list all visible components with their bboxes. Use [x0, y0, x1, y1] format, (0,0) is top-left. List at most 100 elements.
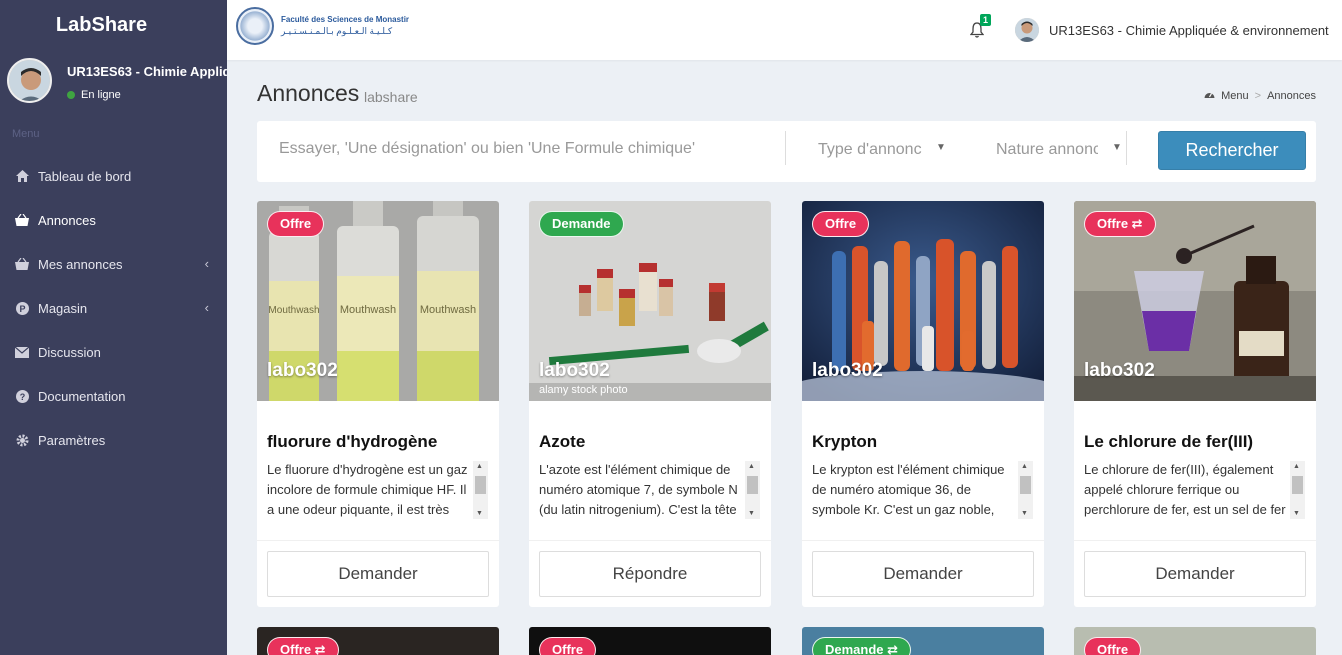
- basket-icon: [15, 214, 29, 226]
- svg-text:Mouthwash: Mouthwash: [340, 304, 396, 316]
- sidebar-item-parametres[interactable]: Paramètres: [0, 418, 227, 462]
- gear-icon: [15, 434, 29, 447]
- caret-down-icon: ▼: [936, 142, 946, 153]
- sidebar: LabShare UR13ES63 - Chimie Appliquée & e…: [0, 0, 227, 655]
- owner-label: labo302: [1084, 360, 1155, 381]
- sidebar-user-name: UR13ES63 - Chimie Appliquée & environnem…: [67, 64, 227, 79]
- card-title: Le chlorure de fer(III): [1084, 432, 1254, 451]
- status-badge: Offre ⇄: [1084, 211, 1156, 237]
- type-select[interactable]: Type d'annonce: [818, 141, 922, 159]
- svg-text:?: ?: [19, 392, 25, 402]
- p-circle-icon: P: [15, 301, 29, 315]
- demander-button[interactable]: Demander: [267, 551, 489, 597]
- sidebar-item-tableau-de-bord[interactable]: Tableau de bord: [0, 154, 227, 198]
- status-badge: Demande: [539, 211, 624, 237]
- card-title: Azote: [539, 432, 586, 451]
- faculty-name-ar: كـلـيـة الـعـلـوم بـالـمـنـسـتـيـر: [281, 26, 393, 36]
- status-badge: Offre: [539, 637, 597, 655]
- sidebar-item-magasin[interactable]: P Magasin ‹: [0, 286, 227, 330]
- sidebar-item-mes-annonces[interactable]: Mes annonces ‹: [0, 242, 227, 286]
- search-input[interactable]: Essayer, 'Une désignation' ou bien 'Une …: [279, 140, 695, 158]
- question-circle-icon: ?: [15, 389, 29, 403]
- description-scrollbar[interactable]: ▲ ▼: [1290, 461, 1305, 519]
- avatar[interactable]: [1015, 18, 1039, 42]
- owner-label: labo302: [267, 360, 338, 381]
- sidebar-item-annonces[interactable]: Annonces: [0, 198, 227, 242]
- divider: [1074, 540, 1316, 541]
- search-panel: Essayer, 'Une désignation' ou bien 'Une …: [257, 121, 1316, 182]
- sidebar-item-label: Magasin: [38, 300, 88, 316]
- faculty-seal-icon: [236, 7, 274, 45]
- announcement-card[interactable]: Offre ⇄: [257, 627, 499, 655]
- user-panel: UR13ES63 - Chimie Appliquée & environnem…: [0, 50, 227, 116]
- divider: [802, 540, 1044, 541]
- description-scrollbar[interactable]: ▲ ▼: [745, 461, 760, 519]
- card-description: Le krypton est l'élément chimique de num…: [812, 462, 1005, 517]
- divider: [785, 131, 786, 165]
- sidebar-item-label: Paramètres: [38, 432, 106, 448]
- sidebar-item-label: Discussion: [38, 344, 101, 360]
- divider: [1126, 131, 1127, 165]
- sidebar-item-label: Annonces: [38, 212, 96, 228]
- svg-text:Mouthwash: Mouthwash: [420, 304, 476, 316]
- owner-label: labo302: [812, 360, 883, 381]
- description-scrollbar[interactable]: ▲ ▼: [1018, 461, 1033, 519]
- card-description: L'azote est l'élément chimique de numéro…: [539, 462, 738, 517]
- announcement-card[interactable]: Mouthwash Mouthwash Mouthwash Offre labo…: [257, 201, 499, 607]
- card-description: Le chlorure de fer(III), également appel…: [1084, 462, 1286, 517]
- breadcrumb-home[interactable]: Menu: [1221, 90, 1249, 102]
- notification-badge: 1: [980, 14, 992, 26]
- status-badge: Offre: [1084, 637, 1142, 655]
- divider: [257, 540, 499, 541]
- chevron-left-icon: ‹: [204, 300, 209, 315]
- faculty-name-fr: Faculté des Sciences de Monastir: [281, 15, 410, 24]
- status-badge: Demande ⇄: [812, 637, 912, 655]
- divider: [529, 540, 771, 541]
- svg-text:P: P: [19, 304, 25, 314]
- topbar-user-name[interactable]: UR13ES63 - Chimie Appliquée & environnem…: [1049, 23, 1329, 38]
- chevron-left-icon: ‹: [204, 256, 209, 271]
- svg-text:Mouthwash: Mouthwash: [268, 305, 319, 316]
- breadcrumb: Menu > Annonces: [1204, 89, 1316, 102]
- announcement-card[interactable]: Demande ⇄: [802, 627, 1044, 655]
- nature-select[interactable]: Nature annonce: [996, 141, 1098, 159]
- announcement-card[interactable]: Offre labo302 Krypton Le krypton est l'é…: [802, 201, 1044, 607]
- repondre-button[interactable]: Répondre: [539, 551, 761, 597]
- sidebar-item-documentation[interactable]: ? Documentation: [0, 374, 227, 418]
- online-dot-icon: [67, 91, 75, 99]
- status-badge: Offre: [812, 211, 870, 237]
- basket-icon: [15, 258, 29, 270]
- home-icon: [15, 170, 29, 182]
- status-text: En ligne: [81, 89, 121, 101]
- faculty-logo[interactable]: Faculté des Sciences de Monastir كـلـيـة…: [236, 7, 409, 45]
- description-scrollbar[interactable]: ▲ ▼: [473, 461, 488, 519]
- brand-logo[interactable]: LabShare: [0, 0, 227, 50]
- demander-button[interactable]: Demander: [1084, 551, 1306, 597]
- page-title: Annonces: [257, 80, 360, 106]
- card-title: fluorure d'hydrogène: [267, 432, 438, 451]
- sidebar-item-label: Mes annonces: [38, 256, 123, 272]
- status-badge: Offre: [267, 211, 325, 237]
- menu-header: Menu: [12, 128, 40, 140]
- owner-label: labo302: [539, 360, 610, 381]
- announcement-card[interactable]: Offre ⇄ labo302 Le chlorure de fer(III) …: [1074, 201, 1316, 607]
- sidebar-item-label: Tableau de bord: [38, 168, 132, 184]
- sidebar-item-discussion[interactable]: Discussion: [0, 330, 227, 374]
- search-button[interactable]: Rechercher: [1158, 131, 1306, 170]
- announcement-card[interactable]: Offre: [529, 627, 771, 655]
- dashboard-icon: [1204, 89, 1215, 102]
- card-description: Le fluorure d'hydrogène est un gaz incol…: [267, 462, 468, 517]
- page-subtitle: labshare: [364, 89, 418, 105]
- image-watermark: alamy stock photo: [539, 384, 628, 396]
- announcement-card[interactable]: Demande labo302 alamy stock photo Azote …: [529, 201, 771, 607]
- sidebar-item-label: Documentation: [38, 388, 126, 404]
- caret-down-icon: ▼: [1112, 142, 1122, 153]
- avatar: [7, 58, 52, 103]
- status-badge: Offre ⇄: [267, 637, 339, 655]
- breadcrumb-current: Annonces: [1267, 89, 1316, 102]
- demander-button[interactable]: Demander: [812, 551, 1034, 597]
- envelope-icon: [15, 346, 29, 358]
- card-title: Krypton: [812, 432, 878, 451]
- breadcrumb-separator: >: [1254, 89, 1262, 102]
- announcement-card[interactable]: Offre: [1074, 627, 1316, 655]
